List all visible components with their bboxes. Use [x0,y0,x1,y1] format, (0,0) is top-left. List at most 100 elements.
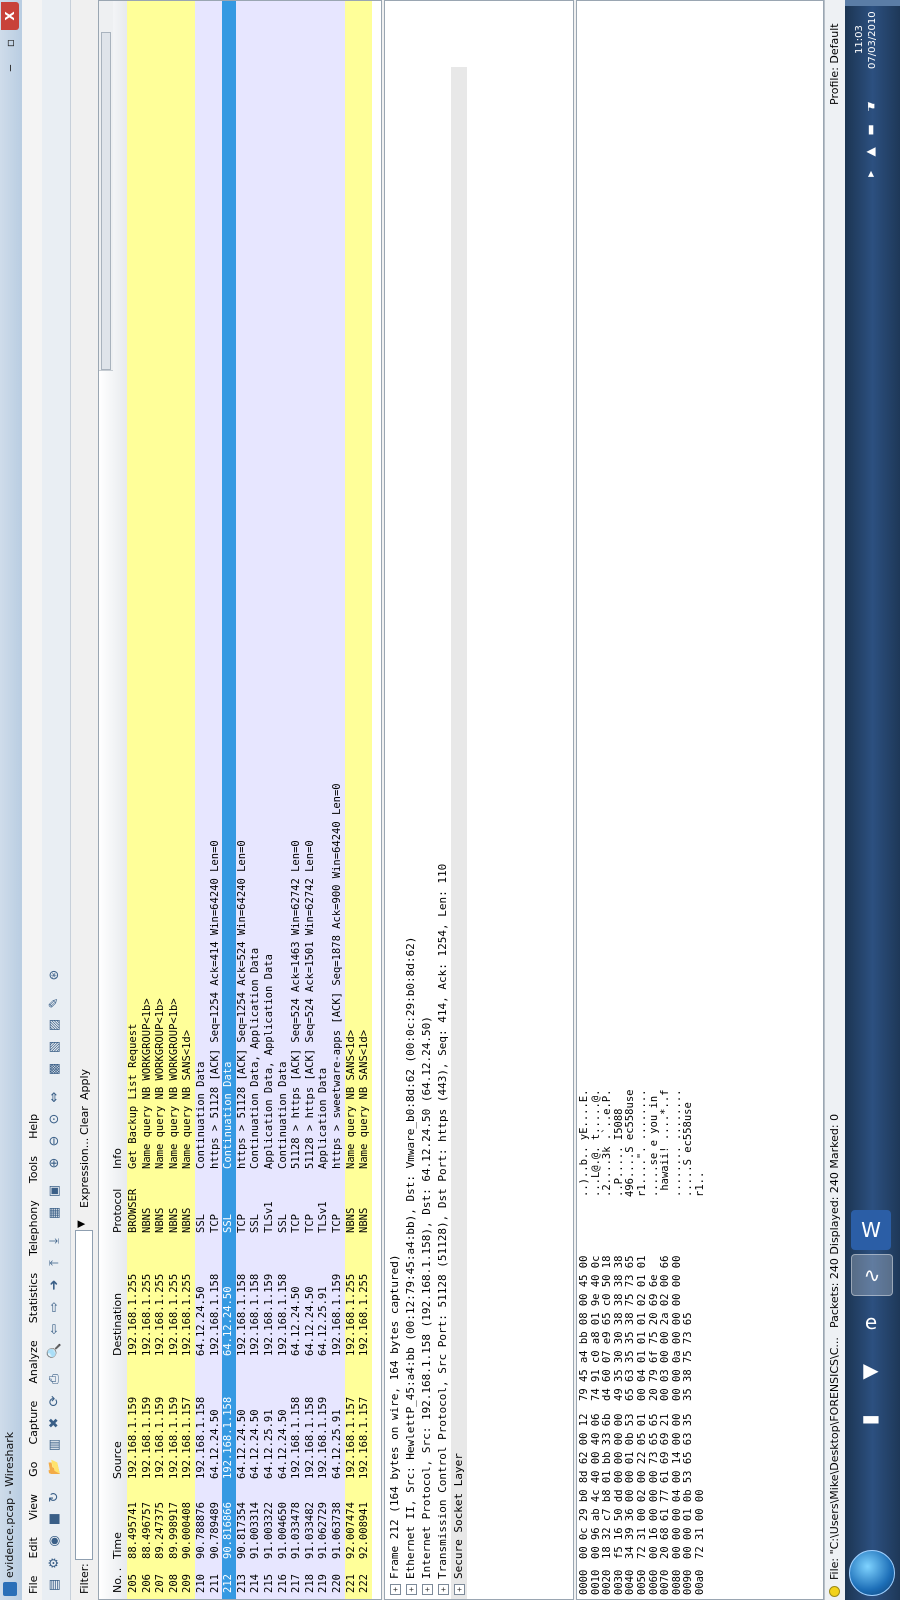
column-info[interactable]: Info [111,1148,124,1169]
menu-tools[interactable]: Tools [27,1156,40,1183]
start-button[interactable] [849,1550,895,1596]
last-packet-icon[interactable]: ⤓ [46,1232,64,1250]
column-protocol[interactable]: Protocol [111,1189,124,1233]
column-time[interactable]: Time [111,1532,124,1559]
filter-input[interactable] [75,1230,93,1560]
status-profile[interactable]: Profile: Default [828,23,841,105]
start-capture-icon[interactable]: ◉ [46,1532,64,1550]
packet-row[interactable]: 214 91.003314 64.12.24.50 192.168.1.158 SSL C… [249,0,263,1599]
packet-row[interactable]: 206 88.496757 192.168.1.159 192.168.1.255 NB… [140,0,155,1599]
open-icon[interactable]: 📂 [46,1458,64,1476]
clock[interactable]: 11:03 07/03/2010 [853,10,893,70]
packet-row[interactable]: 222 92.008941 192.168.1.157 192.168.1.255 NB… [358,0,372,1599]
column-no[interactable]: No. . [111,1568,124,1593]
cell-info: Get Backup List Request [127,1023,139,1169]
preferences-icon[interactable]: ✎ [46,994,64,1012]
maximize-button[interactable]: ▫ [1,31,19,55]
normal-size-icon[interactable]: ⊙ [46,1110,64,1128]
go-to-packet-icon[interactable]: ➜ [46,1276,64,1294]
packet-row[interactable]: 217 91.033478 192.168.1.158 64.12.24.50 TCP 5… [290,0,304,1599]
reload-icon[interactable]: ⟳ [46,1392,64,1410]
go-forward-icon[interactable]: ⇨ [46,1298,64,1316]
find-icon[interactable]: 🔍 [46,1342,64,1360]
packet-row[interactable]: 220 91.063738 64.12.25.91 192.168.1.159 TCP h… [331,0,345,1599]
column-destination[interactable]: Destination [111,1293,124,1356]
media-player-icon[interactable]: ▶ [851,1350,891,1390]
packet-row[interactable]: 211 90.789489 64.12.24.50 192.168.1.158 TCP h… [208,0,223,1599]
internet-explorer-icon[interactable]: e [851,1302,891,1342]
packet-row[interactable]: 205 88.495741 192.168.1.159 192.168.1.255 BR… [127,0,141,1599]
menu-telephony[interactable]: Telephony [27,1200,40,1256]
coloring-rules-icon[interactable]: ▨ [46,1016,64,1034]
close-button[interactable]: X [1,2,19,30]
expand-icon[interactable]: + [453,1584,465,1595]
save-icon[interactable]: ▥ [46,1436,64,1454]
close-file-icon[interactable]: ✖ [46,1414,64,1432]
wireshark-taskbar-icon[interactable]: ∿ [851,1254,893,1296]
packet-row[interactable]: 221 92.007474 192.168.1.157 192.168.1.255 NB… [344,0,359,1599]
action-center-icon[interactable]: ⚑ [861,100,881,116]
print-icon[interactable]: ⎙ [46,1370,64,1388]
stop-capture-icon[interactable]: ■ [46,1510,64,1528]
menu-view[interactable]: View [27,1494,40,1520]
options-icon[interactable]: ⚙ [46,1554,64,1572]
expand-icon[interactable]: + [437,1584,449,1595]
clear-button[interactable]: Clear [78,1106,91,1135]
expression-button[interactable]: Expression... [78,1138,91,1208]
resize-columns-icon[interactable]: ⇔ [46,1088,64,1106]
column-source[interactable]: Source [111,1441,124,1479]
word-icon[interactable]: W [851,1210,891,1250]
packet-row[interactable]: 208 89.998917 192.168.1.159 192.168.1.255 NB… [167,0,182,1599]
first-packet-icon[interactable]: ⤒ [46,1254,64,1272]
menu-help[interactable]: Help [27,1114,40,1139]
packet-row[interactable]: 216 91.004650 64.12.24.50 192.168.1.158 SSL C… [276,0,291,1599]
packet-row[interactable]: 218 91.033482 192.168.1.158 64.12.24.50 TCP 5… [303,0,318,1599]
packet-row[interactable]: 207 89.247375 192.168.1.159 192.168.1.255 NB… [154,0,168,1599]
auto-scroll-icon[interactable]: ▣ [46,1182,64,1200]
cell-no: 216 [276,1574,289,1593]
cell-no: 211 [208,1574,221,1593]
menu-analyze[interactable]: Analyze [27,1340,40,1383]
network-icon[interactable]: ▮ [861,122,881,138]
menu-edit[interactable]: Edit [27,1537,40,1558]
expand-icon[interactable]: + [389,1584,401,1595]
minimize-button[interactable]: ‒ [1,56,19,80]
expand-icon[interactable]: + [421,1584,433,1595]
expand-icon[interactable]: + [405,1584,417,1595]
detail-tree-item[interactable]: + Internet Protocol, Src: 192.168.1.158 (… [419,0,435,1599]
restart-capture-icon[interactable]: ↻ [46,1488,64,1506]
menu-file[interactable]: File [27,1576,40,1594]
packet-row[interactable]: 213 90.817354 64.12.24.50 192.168.1.158 TCP h… [235,0,250,1599]
explorer-icon[interactable]: ▬ [851,1398,891,1438]
menu-capture[interactable]: Capture [27,1401,40,1445]
packet-row[interactable]: 210 90.788876 192.168.1.158 64.12.24.50 SSL C… [195,0,209,1599]
zoom-out-icon[interactable]: ⊖ [46,1132,64,1150]
show-desktop-button[interactable] [845,0,900,6]
interfaces-icon[interactable]: ▤ [46,1576,64,1594]
menu-statistics[interactable]: Statistics [27,1273,40,1323]
horizontal-scrollbar[interactable] [99,0,113,371]
bytes-hex: 72 31 00 00 [694,1489,706,1559]
show-hidden-icons[interactable]: ▴ [861,166,881,182]
filter-dropdown-icon[interactable]: ▼ [76,1220,87,1228]
display-filters-icon[interactable]: ▧ [46,1038,64,1056]
zoom-in-icon[interactable]: ⊕ [46,1154,64,1172]
detail-tree-item[interactable]: + Secure Socket Layer [451,67,467,1599]
colorize-icon[interactable]: ▦ [46,1204,64,1222]
help-icon[interactable]: ⊛ [46,966,64,984]
detail-tree-item[interactable]: + Frame 212 (164 bytes on wire, 164 bytes… [387,0,403,1599]
apply-button[interactable]: Apply [78,1069,91,1100]
detail-tree-item[interactable]: + Transmission Control Protocol, Src Port… [435,0,451,1599]
cell-no: 217 [290,1574,303,1593]
expert-info-icon[interactable] [829,1586,840,1597]
detail-tree-item[interactable]: + Ethernet II, Src: HewlettP_45:a4:bb (00… [403,0,419,1599]
capture-filters-icon[interactable]: ▩ [46,1060,64,1078]
packet-row[interactable]: 215 91.003322 64.12.25.91 192.168.1.159 TLSv… [263,0,277,1599]
scrollbar-thumb[interactable] [101,32,111,370]
menu-go[interactable]: Go [27,1462,40,1477]
volume-icon[interactable]: ◀ [861,144,881,160]
packet-row[interactable]: 209 90.000408 192.168.1.157 192.168.1.255 NB… [181,0,195,1599]
packet-row[interactable]: 219 91.062729 192.168.1.159 64.12.25.91 TLSv… [317,0,331,1599]
packet-row-selected[interactable]: 212 90.816866 192.168.1.158 64.12.24.50 SSL C… [222,0,236,1599]
go-back-icon[interactable]: ⇦ [46,1320,64,1338]
